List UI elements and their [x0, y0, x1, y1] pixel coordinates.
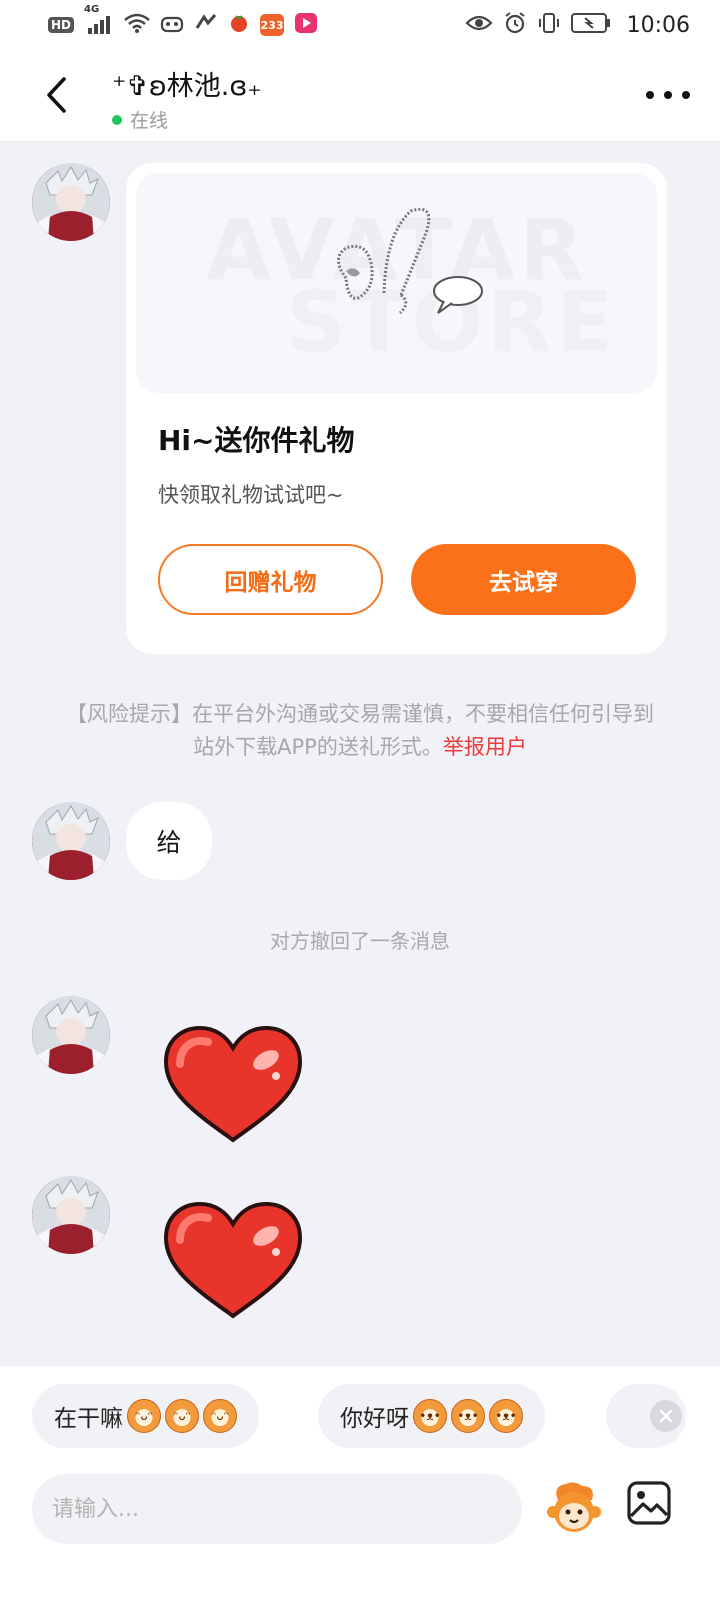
contact-avatar[interactable] — [32, 1176, 110, 1254]
more-dot-icon — [682, 91, 690, 99]
status-time: 10:06 — [626, 12, 690, 38]
signal-label: 4G — [84, 3, 100, 15]
monkey-emoji-icon: •ᴥ• — [413, 1399, 447, 1433]
close-quick-replies-button[interactable] — [650, 1400, 682, 1432]
battery-icon — [570, 12, 611, 39]
vibrate-icon — [537, 11, 561, 40]
avatar-image — [32, 1176, 110, 1254]
report-user-link[interactable]: 举报用户 — [443, 735, 527, 759]
eye-icon — [465, 13, 493, 38]
chat-header: ⁺✞ʚ林池.ɞ₊ 在线 — [0, 50, 720, 142]
recall-notice: 对方撤回了一条消息 — [270, 929, 450, 953]
hd-badge: HD — [48, 17, 75, 33]
quick-reply-chip[interactable]: 你好呀 •ᴥ• •ᴥ• •ᴥ• — [318, 1384, 545, 1448]
contact-name[interactable]: ⁺✞ʚ林池.ɞ₊ — [112, 64, 262, 103]
more-dot-icon — [646, 91, 654, 99]
gift-card: AVATAR STORE Hi~送你件礼物 快领取礼物试试吧~ 回赠礼物 去试穿 — [126, 163, 667, 654]
message-bubble[interactable]: 给 — [126, 802, 212, 880]
status-bar: HD 4G 233 10:06 — [0, 0, 720, 50]
chevron-left-icon — [47, 77, 66, 113]
message-input[interactable] — [52, 1496, 502, 1522]
risk-notice: 【风险提示】在平台外沟通或交易需谨慎，不要相信任何引导到站外下载APP的送礼形式… — [60, 698, 660, 764]
online-status: 在线 — [112, 106, 168, 133]
contact-avatar[interactable] — [32, 802, 110, 880]
back-button[interactable] — [36, 70, 76, 120]
more-options-button[interactable] — [646, 78, 690, 112]
avatar-image — [32, 996, 110, 1074]
monkey-emoji-icon: •ᴥ• — [451, 1399, 485, 1433]
grin-emoji-icon: ᵔᴗᵔ — [127, 1399, 161, 1433]
game-icon — [160, 13, 184, 38]
rabbit-ears-icon — [337, 207, 483, 315]
monkey-emoji-button[interactable] — [544, 1478, 604, 1538]
gift-title: Hi~送你件礼物 — [158, 424, 355, 457]
quick-reply-text: 你好呀 — [340, 1406, 409, 1432]
composer-panel: 在干嘛 ᵔᴗᵔ ᵔᴗᵔ ᵔᴗᵔ 你好呀 •ᴥ• •ᴥ• •ᴥ• — [0, 1366, 720, 1600]
return-gift-button[interactable]: 回赠礼物 — [158, 544, 383, 615]
gift-subtitle: 快领取礼物试试吧~ — [158, 483, 344, 507]
heart-sticker[interactable] — [160, 1024, 306, 1144]
badge-233-icon: 233 — [260, 14, 285, 36]
signal-icon: 4G — [84, 4, 114, 37]
quick-reply-chip[interactable]: 在干嘛 ᵔᴗᵔ ᵔᴗᵔ ᵔᴗᵔ — [32, 1384, 259, 1448]
contact-avatar[interactable] — [32, 996, 110, 1074]
gift-banner: AVATAR STORE — [136, 173, 657, 393]
wifi-icon — [124, 13, 150, 38]
quick-reply-text: 在干嘛 — [54, 1406, 123, 1432]
try-on-button[interactable]: 去试穿 — [411, 544, 636, 615]
image-picker-icon[interactable] — [626, 1480, 672, 1526]
more-dot-icon — [664, 91, 672, 99]
online-status-label: 在线 — [130, 110, 169, 132]
tomato-icon — [228, 12, 250, 39]
avatar-image — [32, 802, 110, 880]
alarm-icon — [503, 11, 527, 40]
avatar-image — [32, 163, 110, 241]
app-icon — [194, 13, 218, 38]
message-input-wrapper — [32, 1474, 522, 1544]
status-bar-right: 10:06 — [465, 11, 690, 40]
grin-emoji-icon: ᵔᴗᵔ — [165, 1399, 199, 1433]
close-icon — [659, 1409, 673, 1423]
grin-emoji-icon: ᵔᴗᵔ — [203, 1399, 237, 1433]
status-bar-left: HD 4G 233 — [48, 4, 318, 39]
risk-notice-text: 【风险提示】在平台外沟通或交易需谨慎，不要相信任何引导到站外下载APP的送礼形式… — [66, 702, 654, 759]
video-app-icon — [294, 12, 318, 39]
monkey-emoji-icon: •ᴥ• — [489, 1399, 523, 1433]
heart-sticker[interactable] — [160, 1200, 306, 1320]
contact-avatar[interactable] — [32, 163, 110, 241]
online-dot-icon — [112, 114, 122, 125]
quick-replies: 在干嘛 ᵔᴗᵔ ᵔᴗᵔ ᵔᴗᵔ 你好呀 •ᴥ• •ᴥ• •ᴥ• — [0, 1384, 720, 1448]
